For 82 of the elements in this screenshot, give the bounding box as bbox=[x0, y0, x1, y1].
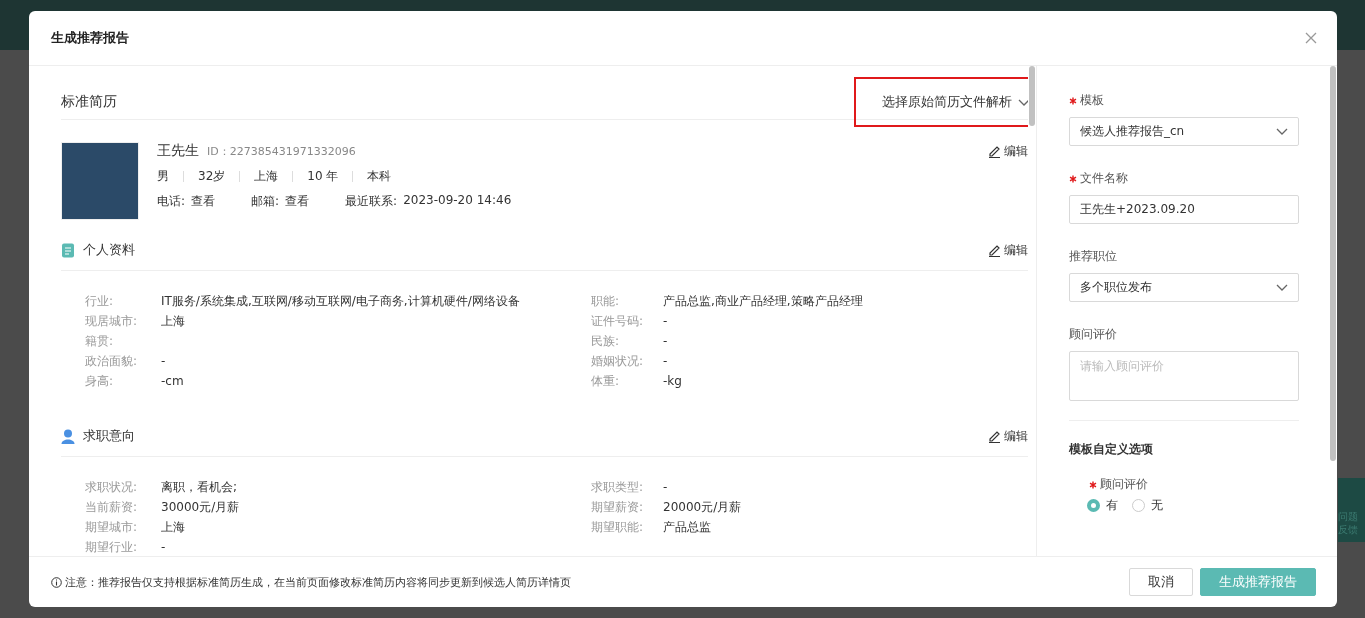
field-value: 20000元/月薪 bbox=[663, 499, 743, 516]
scrollbar-thumb[interactable] bbox=[1330, 66, 1336, 461]
field-label: 民族: bbox=[591, 333, 621, 350]
field-label: 当前薪资: bbox=[85, 499, 139, 516]
edit-button[interactable]: 编辑 bbox=[988, 427, 1028, 445]
field-label: 期望城市: bbox=[85, 519, 139, 536]
pencil-icon bbox=[988, 144, 1001, 158]
field-value: 上海 bbox=[161, 313, 186, 330]
contact-value[interactable]: 查看 bbox=[191, 193, 216, 210]
comment-field[interactable]: 请输入顾问评价 bbox=[1069, 351, 1299, 401]
candidate-fact: 10 年 bbox=[307, 168, 339, 185]
document-icon bbox=[61, 242, 75, 258]
field-label: 职能: bbox=[591, 293, 621, 310]
close-button[interactable] bbox=[1303, 30, 1319, 46]
asterisk-icon bbox=[1069, 174, 1077, 183]
edit-button[interactable]: 编辑 bbox=[988, 142, 1028, 160]
field-label: 顾问评价 bbox=[1100, 476, 1148, 493]
candidate-fact: 男 bbox=[157, 168, 169, 185]
asterisk-icon bbox=[1069, 96, 1077, 105]
field-label: 籍贯: bbox=[85, 333, 115, 350]
radio-option[interactable]: 无 bbox=[1132, 497, 1163, 514]
field-label: 文件名称 bbox=[1080, 170, 1128, 187]
candidate-name: 王先生 bbox=[157, 142, 199, 160]
dialog-title: 生成推荐报告 bbox=[51, 29, 129, 47]
field-label: 求职类型: bbox=[591, 479, 645, 496]
field-label: 模板 bbox=[1080, 92, 1104, 109]
pencil-icon bbox=[988, 243, 1001, 257]
field-value: - bbox=[161, 539, 167, 556]
field-value: - bbox=[663, 333, 669, 350]
field-value: - bbox=[663, 313, 669, 330]
field-value: 离职，看机会; bbox=[161, 479, 239, 496]
section-title: 求职意向 bbox=[83, 427, 135, 445]
field-value: - bbox=[663, 353, 669, 370]
field-label: 期望职能: bbox=[591, 519, 645, 536]
section-title: 模板自定义选项 bbox=[1069, 441, 1154, 458]
chevron-down-icon bbox=[1276, 284, 1288, 291]
person-icon bbox=[61, 428, 75, 444]
candidate-fact: 32岁 bbox=[198, 168, 226, 185]
pencil-icon bbox=[988, 429, 1001, 443]
field-value: 产品总监 bbox=[663, 519, 712, 536]
field-label: 顾问评价 bbox=[1069, 326, 1117, 343]
field-value: - bbox=[663, 479, 669, 496]
text-input[interactable]: 王先生+2023.09.20 bbox=[1069, 195, 1299, 224]
field-label: 求职状况: bbox=[85, 479, 139, 496]
field-value: -cm bbox=[161, 373, 185, 390]
field-label: 身高: bbox=[85, 373, 115, 390]
cancel-button[interactable]: 取消 bbox=[1129, 568, 1193, 596]
section-title: 个人资料 bbox=[83, 241, 135, 259]
field-label: 期望薪资: bbox=[591, 499, 645, 516]
contact-label: 邮箱: bbox=[251, 193, 280, 210]
field-value: 30000元/月薪 bbox=[161, 499, 241, 516]
field-label: 期望行业: bbox=[85, 539, 139, 556]
contact-label: 电话: bbox=[157, 193, 186, 210]
field-value: IT服务/系统集成,互联网/移动互联网/电子商务,计算机硬件/网络设备 bbox=[161, 293, 521, 310]
field-label: 体重: bbox=[591, 373, 621, 390]
field-label: 政治面貌: bbox=[85, 353, 139, 370]
contact-value[interactable]: 查看 bbox=[285, 193, 310, 210]
field-value: - bbox=[161, 353, 167, 370]
candidate-id: ID：227385431971332096 bbox=[207, 144, 356, 159]
candidate-fact: 本科 bbox=[367, 168, 392, 185]
contact-label: 最近联系: bbox=[345, 193, 398, 210]
section-title: 标准简历 bbox=[61, 93, 117, 111]
field-value: 产品总监,商业产品经理,策略产品经理 bbox=[663, 293, 864, 310]
chevron-down-icon bbox=[1276, 128, 1288, 135]
close-icon bbox=[1305, 32, 1317, 44]
field-label: 行业: bbox=[85, 293, 115, 310]
field-value: -kg bbox=[663, 373, 683, 390]
field-label: 婚姻状况: bbox=[591, 353, 645, 370]
field-label: 现居城市: bbox=[85, 313, 139, 330]
asterisk-icon bbox=[1089, 480, 1097, 489]
radio-option[interactable]: 有 bbox=[1087, 497, 1118, 514]
info-icon bbox=[51, 576, 62, 588]
scrollbar-thumb[interactable] bbox=[1029, 66, 1035, 126]
candidate-fact: 上海 bbox=[254, 168, 279, 185]
select-field[interactable]: 多个职位发布 bbox=[1069, 273, 1299, 302]
field-label: 证件号码: bbox=[591, 313, 645, 330]
field-label: 推荐职位 bbox=[1069, 248, 1117, 265]
notice-text: 注意：推荐报告仅支持根据标准简历生成，在当前页面修改标准简历内容将同步更新到候选人简历详情页 bbox=[65, 574, 571, 590]
edit-button[interactable]: 编辑 bbox=[988, 241, 1028, 259]
select-field[interactable]: 候选人推荐报告_cn bbox=[1069, 117, 1299, 146]
field-value: 上海 bbox=[161, 519, 186, 536]
contact-value: 2023-09-20 14:46 bbox=[403, 193, 512, 209]
